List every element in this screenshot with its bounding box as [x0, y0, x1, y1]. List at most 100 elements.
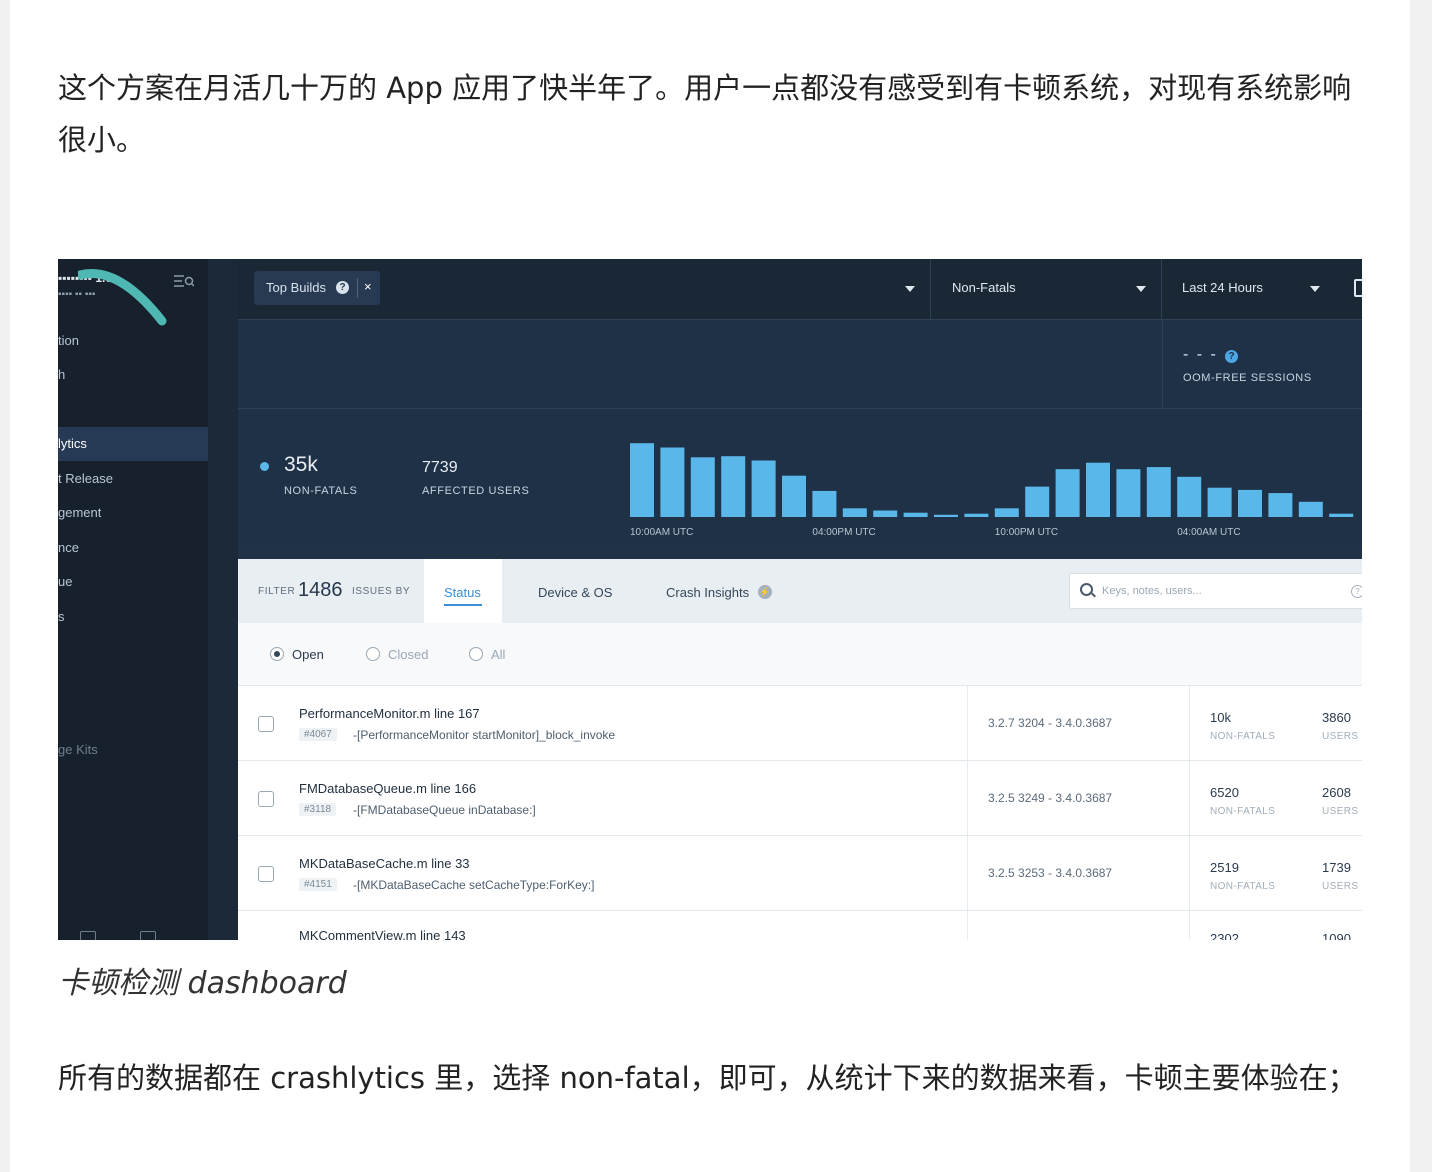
sidebar-item[interactable]: tion [58, 324, 208, 358]
radio-open-label[interactable]: Open [292, 647, 324, 662]
row-checkbox[interactable] [258, 866, 274, 882]
menu-search-icon[interactable] [174, 273, 194, 289]
tab-status[interactable]: Status [424, 559, 502, 623]
issue-file[interactable]: FMDatabaseQueue.m line 166 [299, 781, 476, 796]
row-checkbox[interactable] [258, 716, 274, 732]
top-filter-bar: Top Builds ? × Non-Fatals Last 24 Hours [238, 259, 1362, 320]
column-divider [1189, 911, 1190, 940]
chart-bar[interactable] [1116, 469, 1141, 517]
issue-file[interactable]: MKCommentView.m line 143 [299, 928, 466, 940]
non-fatals-value: 35k [284, 453, 318, 476]
trend-chart-band: 35k NON-FATALS 7739 AFFECTED USERS 10:00… [238, 409, 1362, 549]
chart-bar[interactable] [1207, 487, 1232, 517]
chart-bar[interactable] [690, 457, 715, 517]
chevron-down-icon[interactable] [1136, 286, 1146, 292]
chart-bar[interactable] [1146, 467, 1171, 517]
sidebar-item[interactable]: ge Kits [58, 733, 208, 767]
chart-bar[interactable] [873, 510, 898, 518]
sidebar-item[interactable]: t Release [58, 462, 208, 496]
users-count: 1090 [1322, 931, 1351, 940]
radio-closed[interactable] [366, 647, 380, 661]
column-divider [1189, 761, 1190, 835]
chart-tick-label: 04:00PM UTC [812, 527, 875, 538]
chart-bar[interactable] [964, 513, 989, 517]
users-count: 1739 [1322, 860, 1351, 875]
active-tab-underline [444, 604, 482, 606]
chart-bar[interactable] [1055, 469, 1080, 517]
issue-method: -[MKDataBaseCache setCacheType:ForKey:] [353, 878, 595, 892]
chevron-down-icon[interactable] [1310, 286, 1320, 292]
chart-tick-label: 04:00AM UTC [1177, 527, 1240, 538]
chart-bar[interactable] [1298, 501, 1323, 517]
column-divider [1189, 686, 1190, 760]
radio-open[interactable] [270, 647, 284, 661]
chevron-down-icon[interactable] [905, 286, 915, 292]
radio-all[interactable] [469, 647, 483, 661]
sidebar-item[interactable]: nce [58, 531, 208, 565]
question-icon[interactable]: ? [1351, 585, 1362, 598]
issue-file[interactable]: PerformanceMonitor.m line 167 [299, 706, 480, 721]
column-divider [967, 836, 968, 910]
affected-users-label: AFFECTED USERS [422, 485, 530, 497]
question-icon[interactable]: ? [336, 281, 349, 294]
paragraph-bottom: 所有的数据都在 crashlytics 里，选择 non-fatal，即可，从统… [58, 1061, 1357, 1095]
lightning-icon: ⚡ [758, 585, 772, 599]
sidebar-item-crashlytics[interactable]: lytics [58, 427, 208, 461]
affected-users-value: 7739 [422, 459, 458, 476]
chart-bar[interactable] [994, 508, 1019, 517]
radio-closed-label[interactable]: Closed [388, 647, 428, 662]
radio-all-label[interactable]: All [491, 647, 505, 662]
table-row[interactable]: PerformanceMonitor.m line 167 #4067 -[Pe… [238, 686, 1362, 761]
sidebar-item[interactable]: h [58, 358, 208, 392]
article-body: 这个方案在月活几十万的 App 应用了快半年了。用户一点都没有感受到有卡顿系统，… [10, 0, 1410, 1172]
time-range-select[interactable]: Last 24 Hours [1182, 280, 1263, 295]
issues-panel: FILTER 1486 ISSUES BY Status Device & OS… [238, 559, 1362, 940]
chart-bar[interactable] [1025, 486, 1050, 517]
chart-bar[interactable] [751, 460, 776, 518]
docs-icon[interactable] [80, 931, 96, 940]
close-icon[interactable]: × [364, 279, 372, 294]
issue-versions: 3.2.5 3253 - 3.4.0.3687 [988, 866, 1113, 880]
issue-count: 1486 [298, 579, 343, 601]
event-type-select[interactable]: Non-Fatals [952, 280, 1016, 295]
search-input[interactable]: Keys, notes, users... ? [1069, 573, 1362, 609]
column-divider [967, 686, 968, 760]
table-row[interactable]: MKDataBaseCache.m line 33 #4151 -[MKData… [238, 836, 1362, 911]
users-count: 3860 [1322, 710, 1351, 725]
chart-bar[interactable] [660, 447, 685, 518]
status-radio-group: Open Closed All [238, 623, 1362, 686]
chart-bar[interactable] [903, 512, 928, 517]
non-fatals-label: NON-FATALS [1210, 806, 1276, 817]
filter-chip-top-builds[interactable]: Top Builds ? × [254, 271, 380, 305]
question-icon[interactable]: ? [1225, 350, 1238, 363]
chart-bar[interactable] [1177, 476, 1202, 517]
chart-tick-label: 10:00AM UTC [630, 527, 693, 538]
table-row[interactable]: MKCommentView.m line 143 2302 1090 [238, 911, 1362, 940]
non-fatals-count: 10k [1210, 710, 1231, 725]
sidebar-item[interactable]: gement [58, 496, 208, 530]
chart-bar[interactable] [1329, 513, 1354, 517]
sidebar-item[interactable]: s [58, 600, 208, 634]
chart-bar[interactable] [1238, 489, 1262, 517]
table-row[interactable]: FMDatabaseQueue.m line 166 #3118 -[FMDat… [238, 761, 1362, 836]
issues-by-label: ISSUES BY [352, 586, 411, 597]
chart-bar[interactable] [1268, 493, 1293, 517]
chart-bar[interactable] [812, 490, 837, 517]
chart-bar[interactable] [934, 514, 958, 517]
help-icon[interactable] [140, 931, 156, 940]
filter-label: FILTER [258, 586, 296, 597]
row-checkbox[interactable] [258, 791, 274, 807]
chart-bar[interactable] [782, 475, 806, 517]
chart-tick-label: 10:00PM UTC [995, 527, 1058, 538]
tab-crash-insights[interactable]: Crash Insights [666, 585, 749, 600]
oom-label: OOM-FREE SESSIONS [1183, 372, 1312, 384]
chart-bar[interactable] [721, 456, 746, 517]
chart-bar[interactable] [1086, 462, 1110, 517]
calendar-icon[interactable] [1354, 279, 1362, 297]
chart-bar[interactable] [630, 443, 654, 517]
tab-device-os[interactable]: Device & OS [538, 585, 612, 600]
sidebar-item[interactable]: ue [58, 565, 208, 599]
issue-file[interactable]: MKDataBaseCache.m line 33 [299, 856, 470, 871]
chart-bar[interactable] [842, 508, 867, 517]
tab-status-label: Status [444, 585, 481, 600]
